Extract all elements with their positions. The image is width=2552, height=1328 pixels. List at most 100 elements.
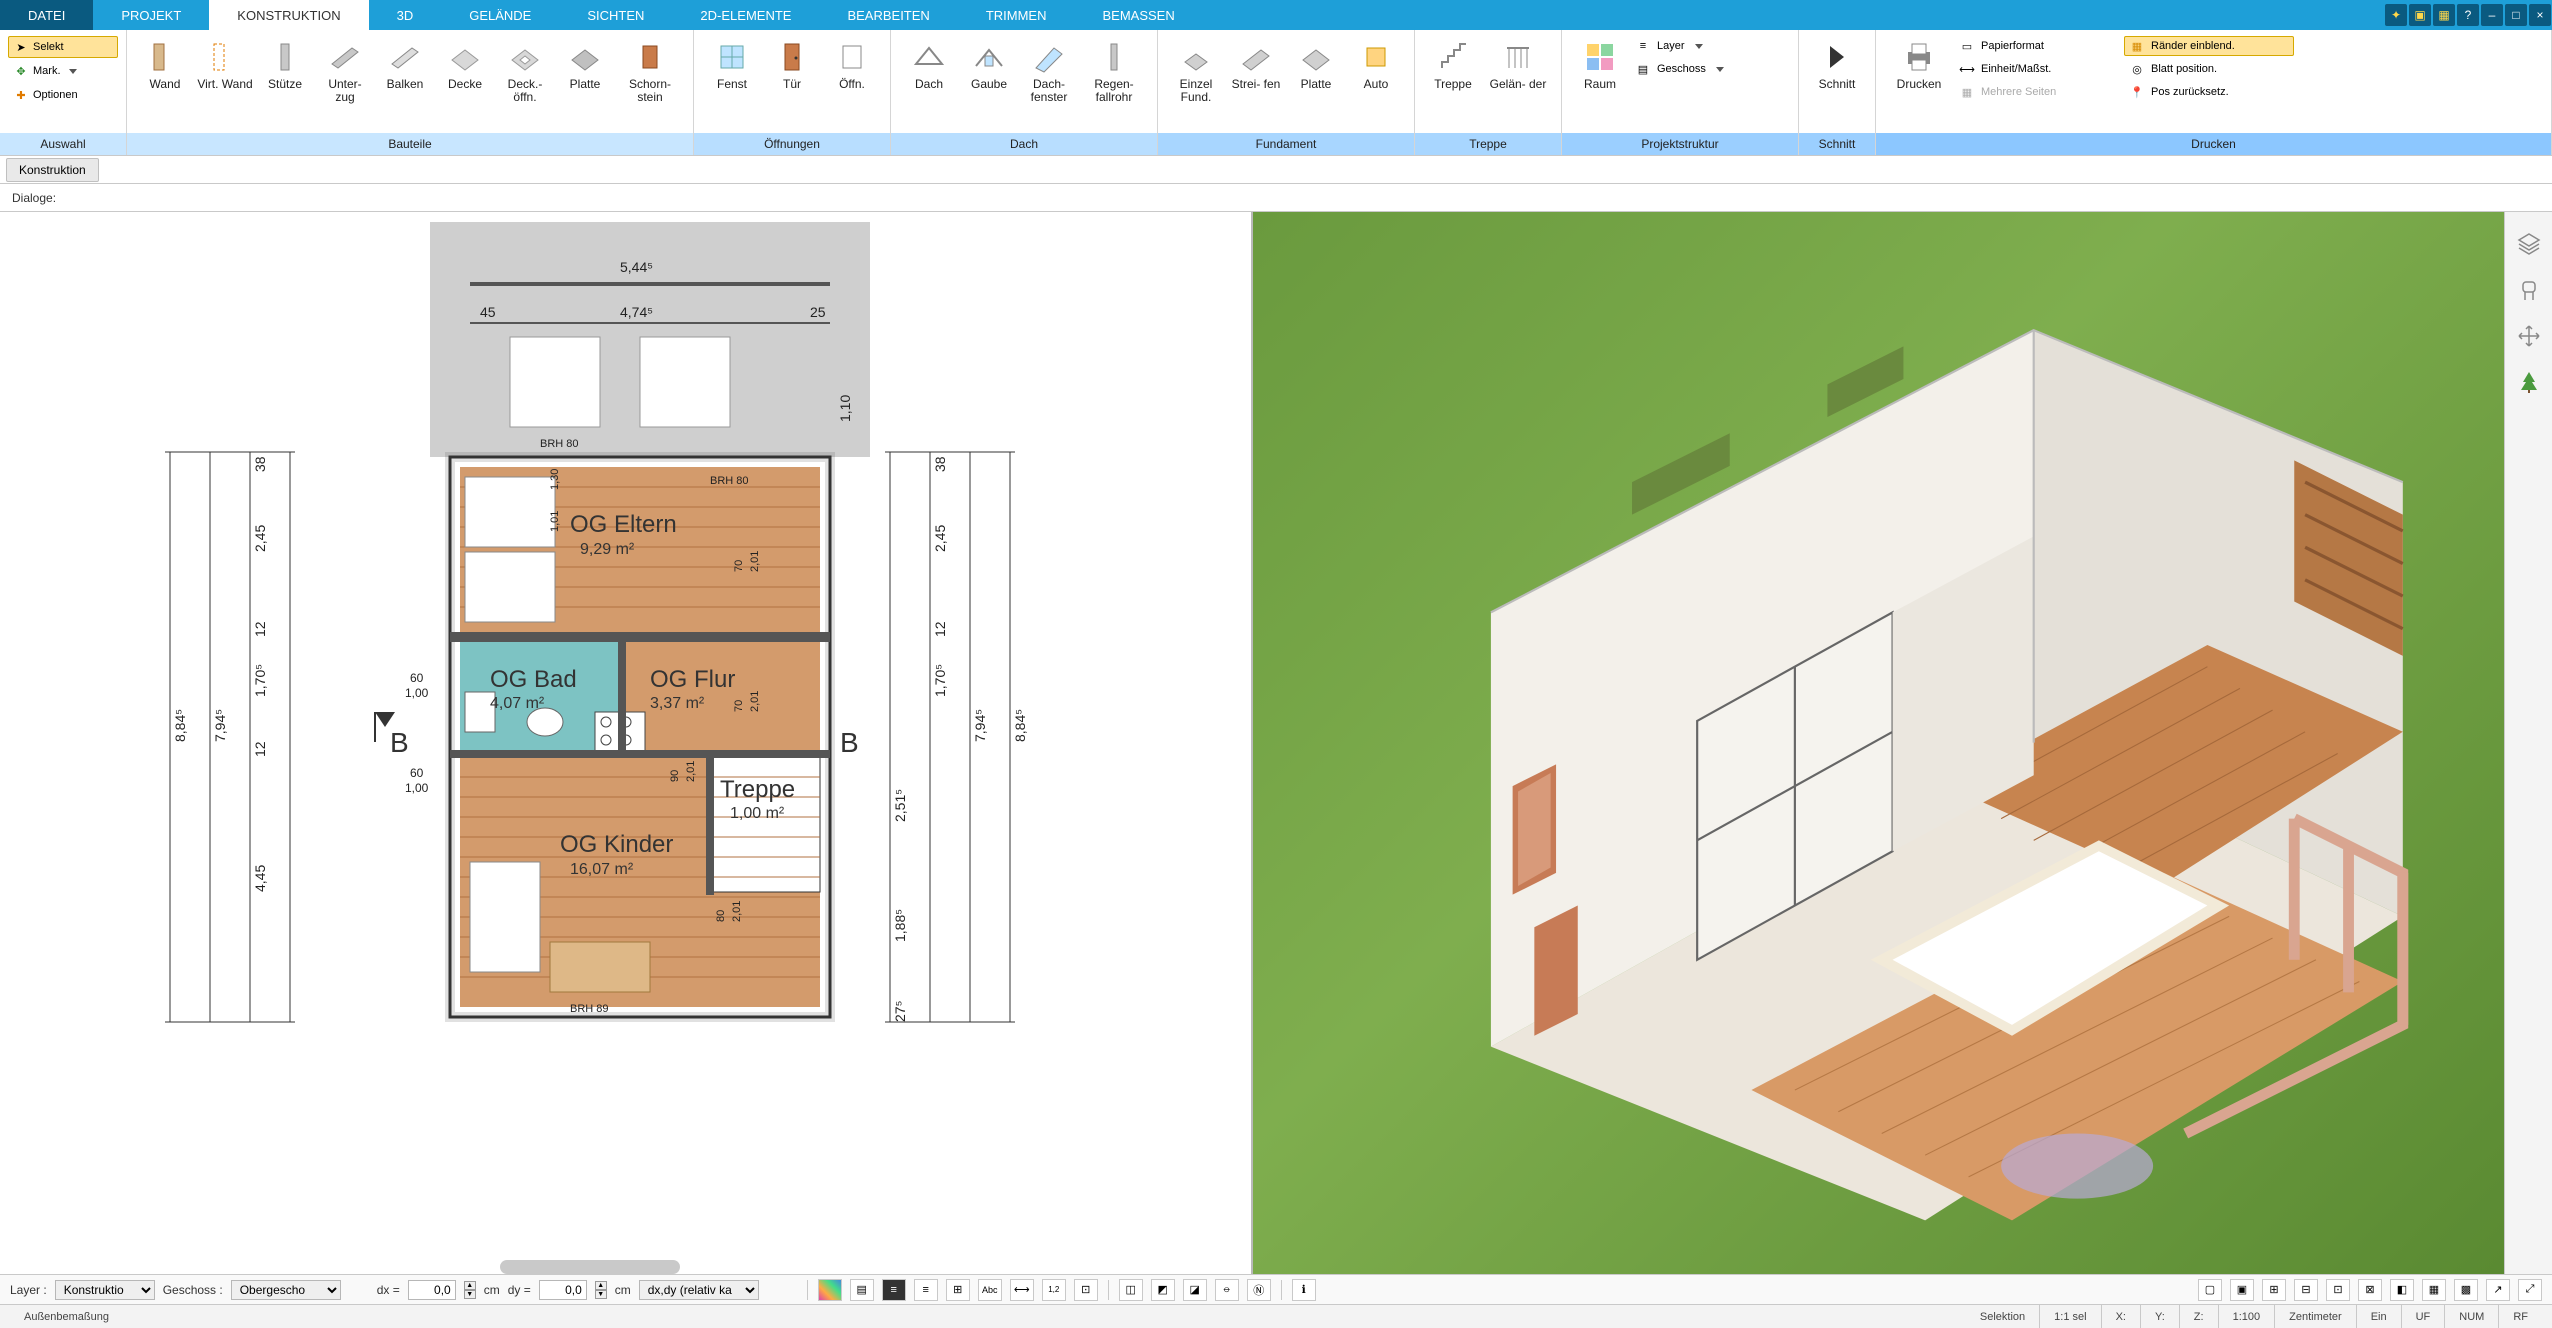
drucken-button[interactable]: Drucken — [1884, 36, 1954, 131]
tb-7[interactable]: ⟷ — [1010, 1279, 1034, 1301]
scrollbar-horizontal[interactable] — [500, 1260, 680, 1274]
maximize-icon[interactable]: □ — [2505, 4, 2527, 26]
decke-button[interactable]: Decke — [435, 36, 495, 131]
optionen-button[interactable]: ✚Optionen — [8, 84, 118, 106]
tb-26[interactable]: ◧ — [2390, 1279, 2414, 1301]
tb-22[interactable]: ⊞ — [2262, 1279, 2286, 1301]
view-2d[interactable]: 5,44⁵ 4,74⁵ 45 25 — [0, 212, 1253, 1274]
gelaender-button[interactable]: Gelän- der — [1483, 36, 1553, 131]
tree-icon[interactable] — [2515, 368, 2543, 396]
tab-datei[interactable]: DATEI — [0, 0, 93, 30]
tb-30[interactable]: ⤢ — [2518, 1279, 2542, 1301]
papierformat-button[interactable]: ▭Papierformat — [1954, 36, 2124, 56]
tb-21[interactable]: ▣ — [2230, 1279, 2254, 1301]
svg-text:5,44⁵: 5,44⁵ — [620, 259, 653, 275]
tb-8[interactable]: 1,2 — [1042, 1279, 1066, 1301]
tab-sichten[interactable]: SICHTEN — [559, 0, 672, 30]
tab-2d-elemente[interactable]: 2D-ELEMENTE — [672, 0, 819, 30]
regenfallrohr-icon — [1097, 40, 1131, 74]
posrueck-button[interactable]: 📍Pos zurücksetz. — [2124, 82, 2294, 102]
tb-14[interactable]: Ⓝ — [1247, 1279, 1271, 1301]
raender-button[interactable]: ▦Ränder einblend. — [2124, 36, 2294, 56]
treppe-button[interactable]: Treppe — [1423, 36, 1483, 131]
tb-24[interactable]: ⊡ — [2326, 1279, 2350, 1301]
dx-input[interactable] — [408, 1280, 456, 1300]
deckoeffn-button[interactable]: Deck.- öffn. — [495, 36, 555, 131]
tb-5[interactable]: ⊞ — [946, 1279, 970, 1301]
tb-1[interactable] — [818, 1279, 842, 1301]
view-3d[interactable] — [1253, 212, 2504, 1274]
tb-3[interactable]: ≡ — [882, 1279, 906, 1301]
balken-button[interactable]: Balken — [375, 36, 435, 131]
platte-button[interactable]: Platte — [555, 36, 615, 131]
virt-wand-button[interactable]: Virt. Wand — [195, 36, 255, 131]
layer-select[interactable]: Konstruktio — [55, 1280, 155, 1300]
unterzug-button[interactable]: Unter- zug — [315, 36, 375, 131]
oeffnung-button[interactable]: Öffn. — [822, 36, 882, 131]
tb-20[interactable]: ▢ — [2198, 1279, 2222, 1301]
tb-25[interactable]: ⊠ — [2358, 1279, 2382, 1301]
tab-bemassen[interactable]: BEMASSEN — [1074, 0, 1202, 30]
stuetze-button[interactable]: Stütze — [255, 36, 315, 131]
tab-3d[interactable]: 3D — [369, 0, 442, 30]
tab-gelaende[interactable]: GELÄNDE — [441, 0, 559, 30]
tool-icon-2[interactable]: ▣ — [2409, 4, 2431, 26]
tuer-button[interactable]: Tür — [762, 36, 822, 131]
tb-9[interactable]: ⊡ — [1074, 1279, 1098, 1301]
chair-icon[interactable] — [2515, 276, 2543, 304]
tb-2[interactable]: ▤ — [850, 1279, 874, 1301]
tb-27[interactable]: ▦ — [2422, 1279, 2446, 1301]
tab-trimmen[interactable]: TRIMMEN — [958, 0, 1075, 30]
raum-button[interactable]: Raum — [1570, 36, 1630, 131]
einzelfund-button[interactable]: Einzel Fund. — [1166, 36, 1226, 131]
tb-4[interactable]: ≡ — [914, 1279, 938, 1301]
tb-6[interactable]: Abc — [978, 1279, 1002, 1301]
tb-28[interactable]: ▩ — [2454, 1279, 2478, 1301]
dy-up-icon[interactable]: ▲ — [595, 1281, 607, 1290]
geschoss-dropdown[interactable]: ▤Geschoss — [1630, 59, 1790, 79]
tb-13[interactable]: ⦵ — [1215, 1279, 1239, 1301]
auto-button[interactable]: Auto — [1346, 36, 1406, 131]
close-icon[interactable]: × — [2529, 4, 2551, 26]
tool-icon-1[interactable]: ✦ — [2385, 4, 2407, 26]
konstruktion-chip[interactable]: Konstruktion — [6, 158, 99, 182]
dx-down-icon[interactable]: ▼ — [464, 1290, 476, 1299]
tab-konstruktion[interactable]: KONSTRUKTION — [209, 0, 368, 30]
move-icon[interactable] — [2515, 322, 2543, 350]
tb-23[interactable]: ⊟ — [2294, 1279, 2318, 1301]
schornstein-button[interactable]: Schorn- stein — [615, 36, 685, 131]
help-icon[interactable]: ? — [2457, 4, 2479, 26]
tb-29[interactable]: ↗ — [2486, 1279, 2510, 1301]
schnitt-button[interactable]: Schnitt — [1807, 36, 1867, 131]
geschoss-select[interactable]: Obergescho — [231, 1280, 341, 1300]
tab-bearbeiten[interactable]: BEARBEITEN — [819, 0, 957, 30]
dx-up-icon[interactable]: ▲ — [464, 1281, 476, 1290]
tb-15[interactable]: ℹ — [1292, 1279, 1316, 1301]
mark-button[interactable]: ✥Mark. — [8, 60, 118, 82]
fenster-button[interactable]: Fenst — [702, 36, 762, 131]
dachfenster-button[interactable]: Dach- fenster — [1019, 36, 1079, 131]
layers-icon[interactable] — [2515, 230, 2543, 258]
tb-10[interactable]: ◫ — [1119, 1279, 1143, 1301]
selekt-button[interactable]: ➤Selekt — [8, 36, 118, 58]
dy-input[interactable] — [539, 1280, 587, 1300]
tb-12[interactable]: ◪ — [1183, 1279, 1207, 1301]
streifen-button[interactable]: Strei- fen — [1226, 36, 1286, 131]
minimize-icon[interactable]: – — [2481, 4, 2503, 26]
dach-button[interactable]: Dach — [899, 36, 959, 131]
layer-dropdown[interactable]: ≡Layer — [1630, 36, 1790, 56]
gaube-button[interactable]: Gaube — [959, 36, 1019, 131]
platte2-button[interactable]: Platte — [1286, 36, 1346, 131]
dy-down-icon[interactable]: ▼ — [595, 1290, 607, 1299]
svg-text:70: 70 — [733, 700, 745, 712]
blattpos-button[interactable]: ◎Blatt position. — [2124, 59, 2294, 79]
wand-button[interactable]: Wand — [135, 36, 195, 131]
einheit-button[interactable]: ⟷Einheit/Maßst. — [1954, 59, 2124, 79]
tb-11[interactable]: ◩ — [1151, 1279, 1175, 1301]
mode-select[interactable]: dx,dy (relativ ka — [639, 1280, 759, 1300]
regenfallrohr-button[interactable]: Regen- fallrohr — [1079, 36, 1149, 131]
svg-text:Treppe: Treppe — [720, 776, 795, 803]
tool-icon-3[interactable]: ▦ — [2433, 4, 2455, 26]
mehrere-button[interactable]: ▦Mehrere Seiten — [1954, 82, 2124, 102]
tab-projekt[interactable]: PROJEKT — [93, 0, 209, 30]
